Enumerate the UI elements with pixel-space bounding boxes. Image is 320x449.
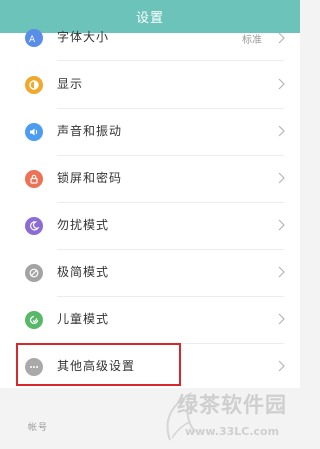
settings-item-label: 儿童模式 xyxy=(57,312,110,326)
settings-item-lockscreen[interactable]: 锁屏和密码 xyxy=(0,155,300,202)
section-header-account: 帐号 xyxy=(28,423,49,433)
settings-item-label: 极简模式 xyxy=(57,265,110,279)
minimal-icon xyxy=(25,264,43,282)
settings-item-label: 字体大小 xyxy=(57,30,110,44)
chevron-right-icon xyxy=(278,360,285,372)
chevron-right-icon xyxy=(278,313,285,325)
settings-item-kids-mode[interactable]: 儿童模式 xyxy=(0,296,300,343)
settings-item-label: 锁屏和密码 xyxy=(57,171,123,185)
chevron-right-icon xyxy=(278,125,285,137)
highlight-box xyxy=(16,343,181,386)
watermark-title: 绿茶软件园 xyxy=(177,393,287,417)
watermark-url: www.33LC.com xyxy=(185,425,280,438)
settings-item-minimal-mode[interactable]: 极简模式 xyxy=(0,249,300,296)
settings-item-label: 声音和振动 xyxy=(57,124,123,138)
settings-item-sound[interactable]: 声音和振动 xyxy=(0,108,300,155)
settings-item-label: 勿扰模式 xyxy=(57,218,110,232)
moon-icon xyxy=(25,217,43,235)
settings-item-value: 标准 xyxy=(242,35,262,46)
settings-item-do-not-disturb[interactable]: 勿扰模式 xyxy=(0,202,300,249)
chevron-right-icon xyxy=(278,172,285,184)
settings-item-display[interactable]: 显示 xyxy=(0,61,300,108)
svg-text:A: A xyxy=(29,35,36,44)
display-icon xyxy=(25,76,43,94)
speaker-icon xyxy=(25,123,43,141)
chevron-right-icon xyxy=(278,32,285,44)
settings-item-label: 显示 xyxy=(57,77,84,91)
chevron-right-icon xyxy=(278,78,285,90)
chevron-right-icon xyxy=(278,266,285,278)
chevron-right-icon xyxy=(278,219,285,231)
lock-icon xyxy=(25,170,43,188)
font-icon: A xyxy=(25,29,43,47)
child-icon xyxy=(25,311,43,329)
